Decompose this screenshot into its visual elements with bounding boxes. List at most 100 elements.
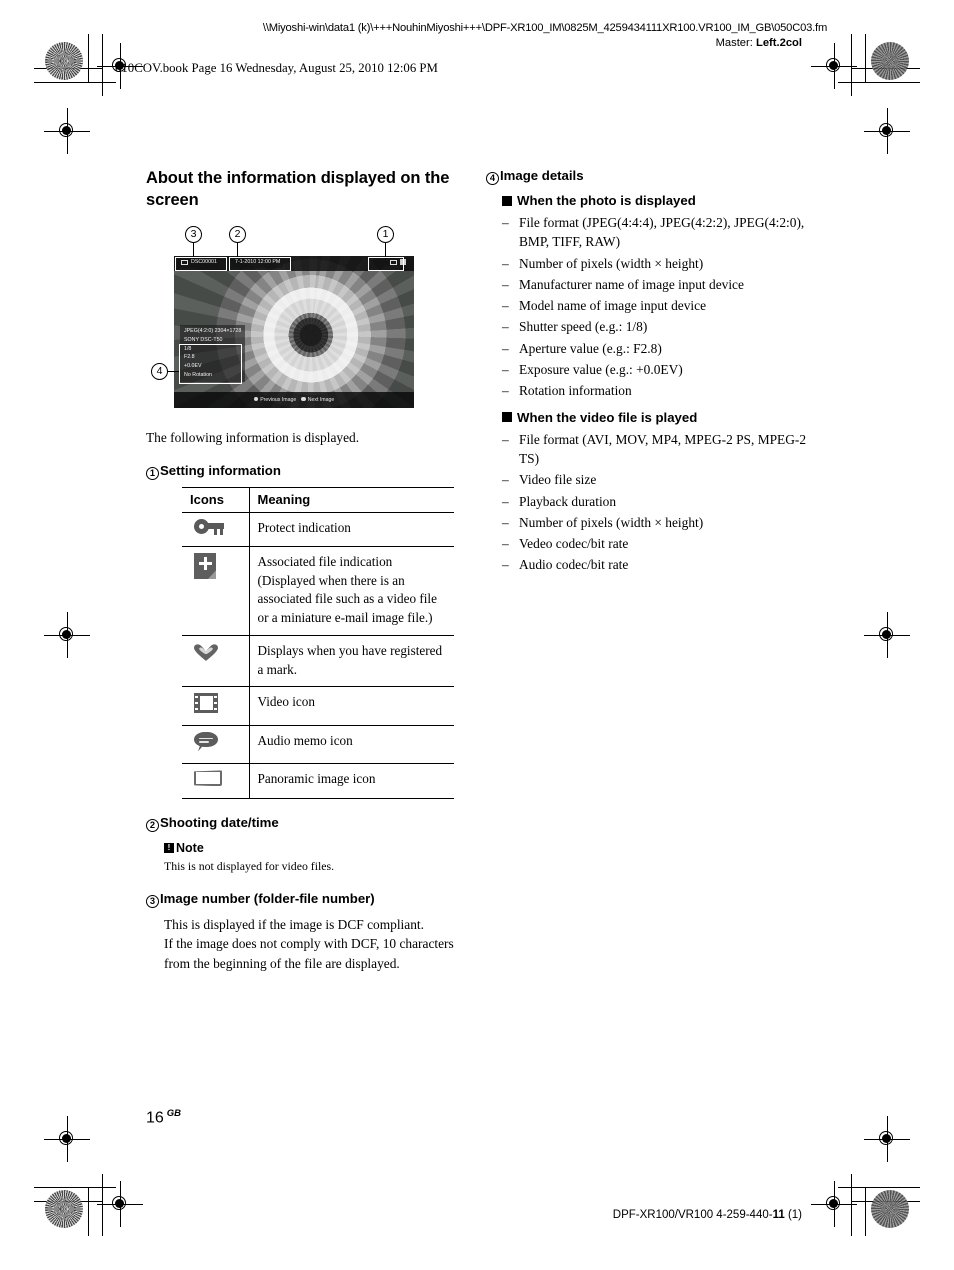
meaning-cell: Displays when you have registered a mark…: [248, 635, 454, 688]
heading-text: When the video file is played: [517, 409, 698, 425]
meaning-cell: Associated file indication (Displayed wh…: [248, 546, 454, 636]
master-label: Master: Left.2col: [716, 37, 802, 49]
file-path-header: \\Miyoshi-win\data1 (k)\+++NouhinMiyoshi…: [262, 22, 828, 34]
note-label: Note: [176, 841, 204, 856]
icon-cell: [182, 635, 249, 688]
intro-paragraph: The following information is displayed.: [146, 429, 360, 445]
highlight-box-date-time: [229, 256, 291, 271]
crop-mark-line: [864, 1188, 866, 1236]
registration-mark: [811, 1181, 857, 1227]
page-title: About the information displayed on the s…: [146, 169, 450, 209]
highlight-box-image-details: [179, 343, 242, 384]
list-item: Aperture value (e.g.: F2.8): [502, 339, 826, 359]
book-print-line: 010COV.book Page 16 Wednesday, August 25…: [115, 61, 438, 75]
print-star-target: [871, 42, 909, 80]
heading-image-details: 4 Image details: [486, 168, 826, 185]
section-number-1: 1: [146, 466, 159, 480]
registration-mark: [97, 1181, 143, 1227]
meaning-cell: Video icon: [248, 686, 454, 727]
crop-mark-line: [864, 34, 866, 82]
heading-text: When the photo is displayed: [517, 193, 696, 208]
meaning-cell: Panoramic image icon: [248, 763, 454, 800]
screen-figure: 3 2 1 4 DSC00001 7-1-2010 12:00 PM JPEG(…: [146, 225, 446, 416]
meaning-cell: Protect indication: [248, 512, 454, 547]
highlight-box-status-icons: [368, 256, 404, 271]
table-row: Video icon: [182, 686, 454, 727]
list-item: Audio codec/bit rate: [502, 555, 826, 575]
master-label-text: Master:: [715, 37, 753, 49]
print-star-target: [45, 42, 83, 80]
heading-image-number: 3 Image number (folder-file number): [146, 890, 456, 908]
left-button-icon: [253, 396, 259, 402]
crop-mark-line: [850, 1174, 852, 1236]
right-button-icon: [301, 396, 306, 402]
audio-memo-icon: [194, 732, 218, 752]
section-number-3: 3: [146, 894, 159, 908]
square-bullet-icon: [502, 412, 512, 423]
icon-cell: [182, 686, 249, 727]
model-line-revision: 11: [772, 1209, 785, 1221]
icon-cell: [182, 546, 249, 636]
heading-shooting-date-time: 2 Shooting date/time: [146, 815, 456, 833]
model-line-suffix: (1): [784, 1209, 802, 1221]
document-footer: DPF-XR100/VR100 4-259-440-11 (1): [613, 1209, 802, 1221]
registration-mark: [811, 43, 857, 89]
list-item: Number of pixels (width × height): [502, 513, 826, 533]
crop-mark-line: [88, 1188, 90, 1236]
icons-meaning-table: Icons Meaning Protect indication Associa…: [182, 486, 454, 800]
list-item: File format (JPEG(4:4:4), JPEG(4:2:2), J…: [502, 213, 826, 252]
crop-mark-line: [102, 1174, 104, 1236]
page-number-value: 16: [146, 1109, 164, 1127]
heading-text: Image details: [500, 168, 584, 183]
heading-when-video-played: When the video file is played: [502, 410, 826, 425]
heading-text: Shooting date/time: [160, 815, 279, 831]
registration-mark: [864, 108, 910, 154]
right-column: 4 Image details When the photo is displa…: [486, 168, 826, 577]
print-star-target: [45, 1190, 83, 1228]
callout-2: 2: [229, 225, 246, 243]
registration-mark: [864, 1116, 910, 1162]
square-bullet-icon: [502, 195, 512, 206]
registration-mark: [44, 108, 90, 154]
callout-1: 1: [377, 225, 394, 243]
list-item: Exposure value (e.g.: +0.0EV): [502, 360, 826, 380]
table-row: Protect indication: [182, 512, 454, 547]
callout-4: 4: [151, 362, 168, 380]
list-item: Number of pixels (width × height): [502, 254, 826, 274]
left-column: About the information displayed on the s…: [146, 168, 456, 973]
heading-setting-information: 1 Setting information: [146, 462, 456, 480]
icon-cell: [182, 512, 249, 547]
table-row: Associated file indication (Displayed wh…: [182, 546, 454, 636]
print-star-target: [871, 1190, 909, 1228]
heading-text: Image number (folder-file number): [160, 890, 375, 906]
crop-mark-line: [88, 34, 90, 82]
previous-image-hint: Previous Image: [253, 396, 296, 403]
image-number-paragraph: This is displayed if the image is DCF co…: [164, 916, 424, 932]
list-item: Video file size: [502, 470, 826, 490]
table-row: Displays when you have registered a mark…: [182, 635, 454, 688]
page-number: 16 GB: [146, 1108, 181, 1127]
next-image-hint: Next Image: [301, 397, 334, 403]
note-text: This is not displayed for video files.: [164, 859, 335, 874]
list-item: Playback duration: [502, 492, 826, 512]
table-row: Audio memo icon: [182, 725, 454, 765]
icon-cell: [182, 725, 249, 765]
heading-when-photo-displayed: When the photo is displayed: [502, 193, 826, 208]
note-heading: ! Note: [164, 841, 456, 855]
detail-line: JPEG(4:2:0) 2304×1728: [184, 328, 242, 335]
panoramic-image-icon: [194, 770, 222, 787]
list-item: Rotation information: [502, 381, 826, 401]
callout-3: 3: [185, 225, 202, 243]
registration-mark: [44, 612, 90, 658]
heart-mark-icon: [194, 642, 218, 662]
device-screenshot: DSC00001 7-1-2010 12:00 PM JPEG(4:2:0) 2…: [174, 255, 414, 408]
video-details-list: File format (AVI, MOV, MP4, MPEG-2 PS, M…: [502, 430, 826, 575]
crop-mark-line: [34, 1186, 116, 1188]
image-number-paragraph: If the image does not comply with DCF, 1…: [164, 936, 454, 971]
list-item: Model name of image input device: [502, 296, 826, 316]
model-line-prefix: DPF-XR100/VR100 4-259-440-: [612, 1209, 773, 1221]
heading-text: Setting information: [160, 462, 281, 478]
section-number-2: 2: [146, 819, 159, 833]
crop-mark-line: [34, 82, 116, 84]
list-item: File format (AVI, MOV, MP4, MPEG-2 PS, M…: [502, 430, 826, 469]
